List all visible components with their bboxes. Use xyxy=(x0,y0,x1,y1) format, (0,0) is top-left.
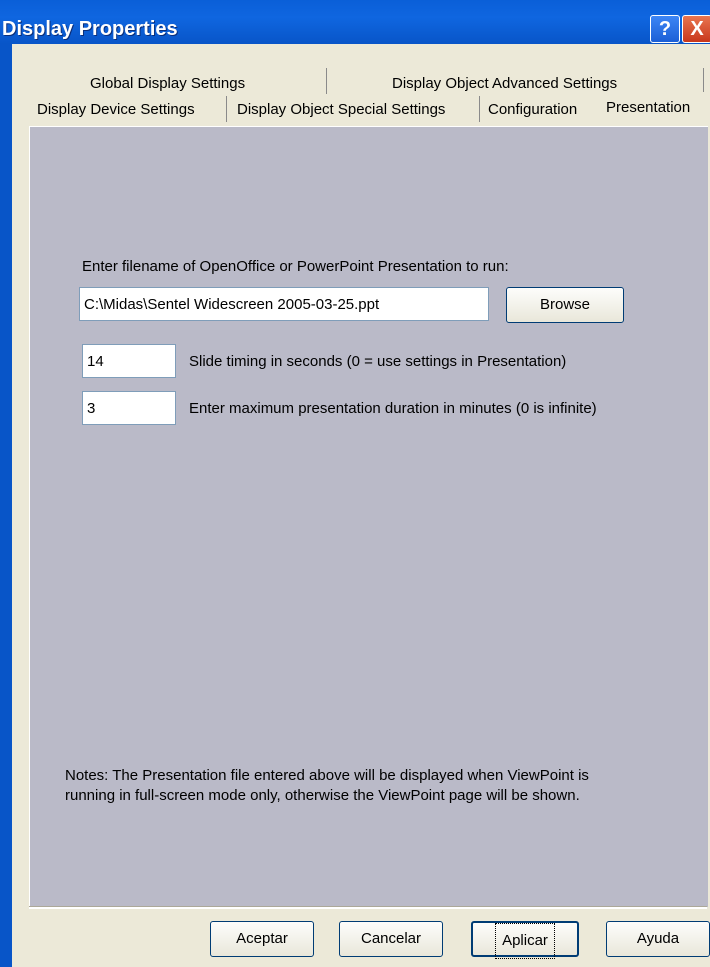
notes-line-2: running in full-screen mode only, otherw… xyxy=(65,787,580,804)
tab-divider xyxy=(479,96,480,122)
apply-button-label: Aplicar xyxy=(495,923,555,959)
tab-global-display-settings[interactable]: Global Display Settings xyxy=(90,75,245,92)
title-bar: Display Properties ? X xyxy=(0,0,710,44)
window-title: Display Properties xyxy=(2,18,178,40)
browse-button[interactable]: Browse xyxy=(506,287,624,323)
ok-button[interactable]: Aceptar xyxy=(210,921,314,957)
slide-timing-label: Slide timing in seconds (0 = use setting… xyxy=(189,353,567,370)
tab-configuration[interactable]: Configuration xyxy=(488,101,577,118)
notes-line-1: Notes: The Presentation file entered abo… xyxy=(65,767,589,784)
help-button[interactable]: Ayuda xyxy=(606,921,710,957)
close-icon[interactable]: X xyxy=(682,15,710,43)
tab-presentation[interactable]: Presentation xyxy=(606,99,690,116)
tab-display-device-settings[interactable]: Display Device Settings xyxy=(37,101,195,118)
help-icon[interactable]: ? xyxy=(650,15,680,43)
max-duration-input[interactable] xyxy=(82,391,176,425)
apply-button[interactable]: Aplicar xyxy=(471,921,579,959)
filename-input[interactable] xyxy=(79,287,489,321)
panel-bottom-divider xyxy=(29,906,707,909)
tab-divider xyxy=(226,96,227,122)
slide-timing-input[interactable] xyxy=(82,344,176,378)
tab-display-object-advanced-settings[interactable]: Display Object Advanced Settings xyxy=(392,75,617,92)
max-duration-label: Enter maximum presentation duration in m… xyxy=(189,400,597,417)
tab-divider xyxy=(703,68,704,94)
tab-display-object-special-settings[interactable]: Display Object Special Settings xyxy=(237,101,445,118)
window-frame xyxy=(0,44,12,967)
tab-divider xyxy=(326,68,327,94)
filename-label: Enter filename of OpenOffice or PowerPoi… xyxy=(82,258,509,275)
cancel-button[interactable]: Cancelar xyxy=(339,921,443,957)
